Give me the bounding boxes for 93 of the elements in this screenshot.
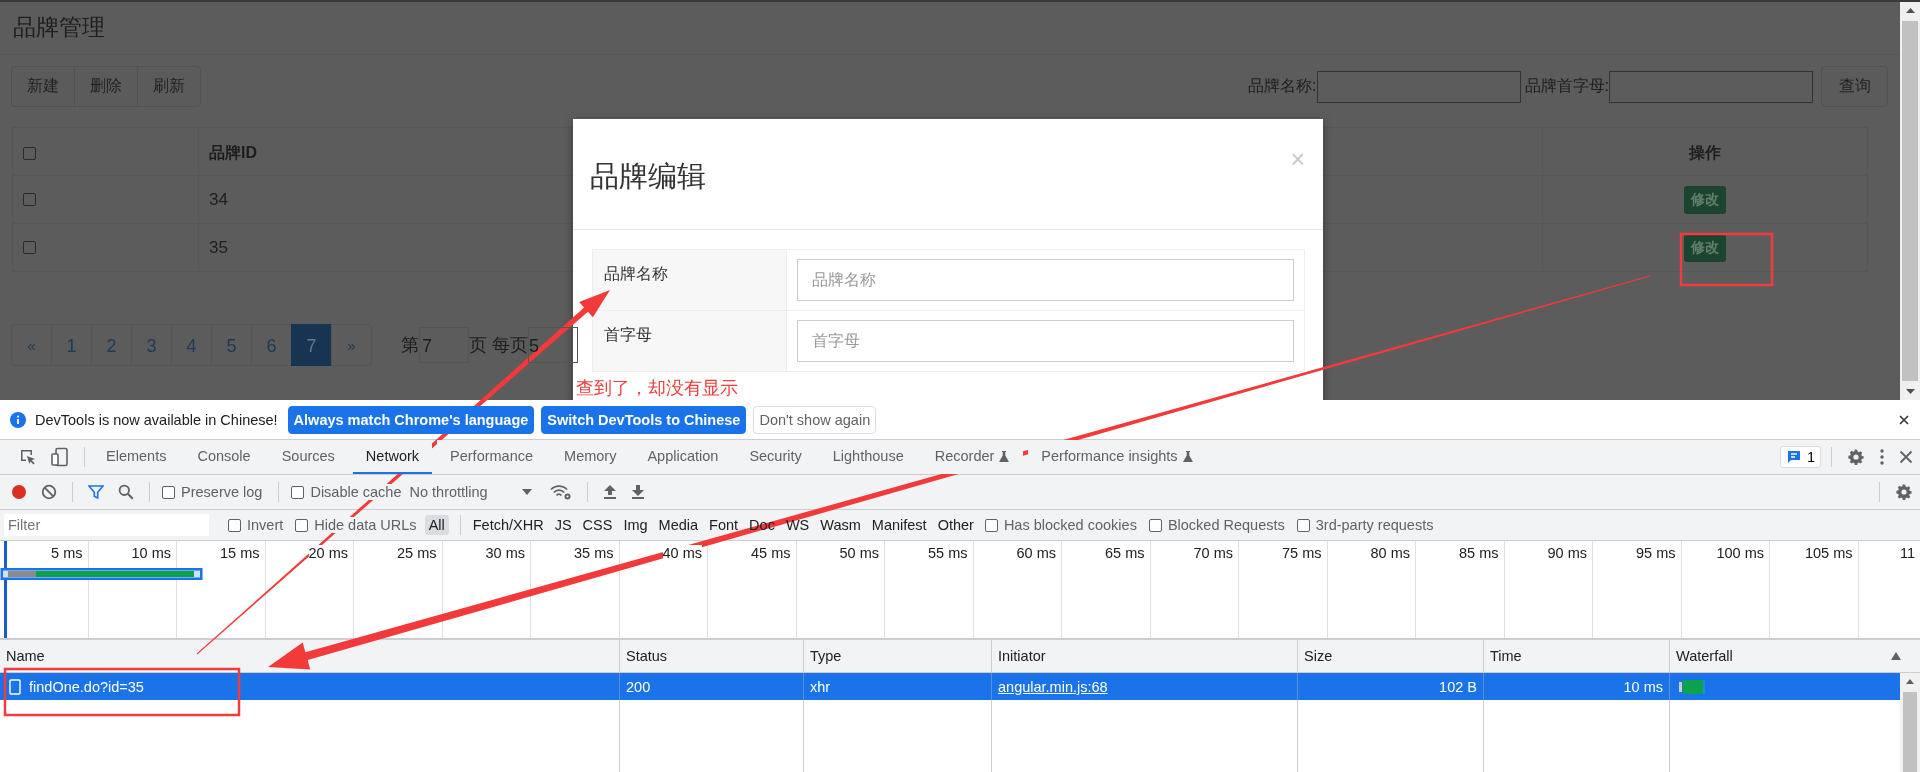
network-conditions-icon[interactable] bbox=[549, 484, 572, 500]
column-header[interactable]: Name bbox=[6, 648, 45, 664]
checkbox-label: Hide data URLs bbox=[314, 517, 417, 533]
settings-icon[interactable] bbox=[1847, 448, 1865, 466]
modal-title: 品牌编辑 bbox=[590, 159, 706, 194]
checkbox[interactable] bbox=[23, 147, 36, 160]
column-header[interactable]: Type bbox=[810, 648, 842, 664]
type-filter[interactable]: Media bbox=[654, 515, 703, 535]
scroll-down-icon[interactable] bbox=[1905, 389, 1915, 394]
checkbox-label: Blocked Requests bbox=[1167, 517, 1285, 533]
checkbox-label: Disable cache bbox=[310, 484, 402, 500]
column-header[interactable]: Size bbox=[1304, 648, 1333, 664]
column-header[interactable]: Status bbox=[626, 648, 668, 664]
field-label: 品牌名称 bbox=[593, 250, 787, 310]
flask-icon bbox=[998, 449, 1011, 463]
type-filter[interactable]: JS bbox=[550, 515, 576, 535]
search-field[interactable] bbox=[1316, 70, 1521, 103]
checkbox[interactable] bbox=[228, 518, 241, 532]
column-header[interactable]: Waterfall bbox=[1676, 648, 1733, 664]
table-cell: 10 ms bbox=[1484, 673, 1670, 700]
issues-count: 1 bbox=[1806, 449, 1815, 465]
filter-icon[interactable] bbox=[88, 484, 104, 500]
filter-field[interactable]: Filter bbox=[4, 514, 209, 536]
throttling-dropdown[interactable]: No throttling bbox=[406, 484, 535, 500]
type-filter[interactable]: Other bbox=[933, 515, 978, 535]
checkbox[interactable] bbox=[23, 193, 36, 206]
more-icon[interactable] bbox=[1879, 448, 1885, 466]
search-label: 品牌名称: bbox=[1248, 76, 1317, 96]
scroll-up-icon[interactable] bbox=[1905, 8, 1915, 13]
close-icon[interactable] bbox=[1899, 450, 1913, 464]
type-filter[interactable]: Wasm bbox=[816, 515, 865, 535]
request-name: findOne.do?id=35 bbox=[29, 678, 144, 695]
checkbox[interactable] bbox=[291, 485, 305, 499]
issues-button[interactable]: 1 bbox=[1779, 446, 1821, 468]
search-field[interactable] bbox=[1609, 70, 1813, 103]
checkbox-label: Preserve log bbox=[181, 484, 263, 500]
infobar-button[interactable]: Switch DevTools to Chinese bbox=[541, 405, 747, 434]
flask-icon bbox=[1181, 449, 1194, 463]
type-filter[interactable]: Font bbox=[705, 515, 743, 535]
search-icon[interactable] bbox=[118, 484, 134, 500]
sort-icon[interactable] bbox=[1890, 651, 1902, 661]
field-label: 首字母 bbox=[593, 311, 787, 371]
message-icon bbox=[1785, 449, 1802, 465]
request-row[interactable]: findOne.do?id=35 200 xhr angular.min.js:68 102 B 10 ms bbox=[0, 673, 1900, 700]
column-header[interactable]: Time bbox=[1490, 648, 1522, 664]
download-icon[interactable] bbox=[630, 484, 645, 500]
caret-icon bbox=[521, 489, 532, 495]
table-cell: 35 bbox=[199, 223, 559, 271]
checkbox-label: Has blocked cookies bbox=[1003, 517, 1137, 533]
checkbox[interactable] bbox=[295, 518, 309, 532]
scrollbar-thumb[interactable] bbox=[1903, 692, 1917, 772]
checkbox[interactable] bbox=[984, 518, 998, 532]
panel-tab[interactable]: Network bbox=[352, 440, 433, 474]
record-icon[interactable] bbox=[11, 484, 27, 500]
upload-icon[interactable] bbox=[602, 484, 617, 500]
type-filter[interactable]: Fetch/XHR bbox=[468, 515, 548, 535]
page-title: 品牌管理 bbox=[13, 13, 106, 42]
search-label: 品牌首字母: bbox=[1524, 76, 1609, 96]
type-filter[interactable]: Img bbox=[619, 515, 652, 535]
info-icon bbox=[10, 411, 26, 428]
checkbox[interactable] bbox=[1296, 518, 1310, 532]
pager-label: 第 bbox=[401, 334, 419, 357]
initiator-link[interactable]: angular.min.js:68 bbox=[998, 678, 1108, 695]
column-header: 品牌ID bbox=[208, 143, 258, 163]
checkbox-label: 3rd-party requests bbox=[1315, 517, 1434, 533]
clear-icon[interactable] bbox=[41, 484, 57, 500]
checkbox-label: Invert bbox=[247, 517, 284, 533]
infobar-button[interactable]: Don't show again bbox=[753, 405, 877, 434]
input-field[interactable]: 首字母 bbox=[797, 320, 1294, 362]
annotation-note: 查到了，却没有显示 bbox=[576, 377, 739, 400]
document-icon bbox=[9, 678, 21, 695]
table-cell: 200 bbox=[620, 673, 804, 700]
table-cell: 34 bbox=[199, 175, 559, 223]
inspect-icon[interactable] bbox=[19, 448, 37, 466]
type-filter[interactable]: Manifest bbox=[867, 515, 931, 535]
type-filter[interactable]: CSS bbox=[578, 515, 617, 535]
type-filter[interactable]: WS bbox=[781, 515, 814, 535]
scrollbar-thumb[interactable] bbox=[1902, 21, 1918, 381]
table-cell: xhr bbox=[804, 673, 992, 700]
checkbox[interactable] bbox=[23, 241, 36, 254]
column-header[interactable]: Initiator bbox=[998, 648, 1046, 664]
settings-icon[interactable] bbox=[1895, 483, 1913, 501]
info-message: DevTools is now available in Chinese! bbox=[35, 411, 278, 428]
input-field[interactable]: 品牌名称 bbox=[797, 259, 1294, 301]
checkbox[interactable] bbox=[162, 485, 175, 499]
checkbox[interactable] bbox=[1148, 518, 1162, 532]
pager-label: 页 每页 bbox=[469, 334, 528, 357]
infobar-button[interactable]: Always match Chrome's language bbox=[287, 405, 535, 434]
column-header: 操作 bbox=[1542, 128, 1867, 175]
device-icon[interactable] bbox=[51, 447, 69, 467]
type-filter[interactable]: All bbox=[424, 515, 449, 535]
close-icon[interactable] bbox=[1898, 413, 1910, 426]
table-cell: 102 B bbox=[1298, 673, 1484, 700]
